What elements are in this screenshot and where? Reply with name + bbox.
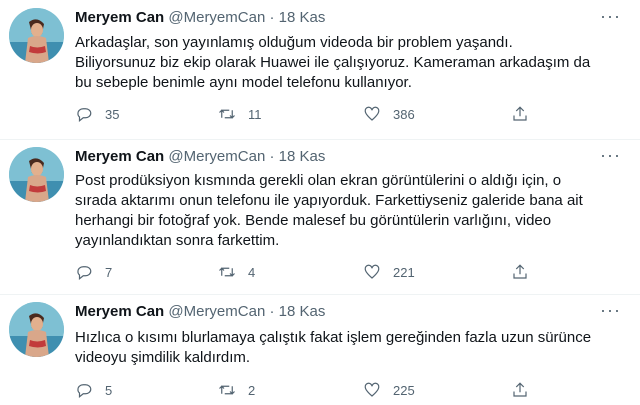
retweet-icon (219, 385, 235, 395)
tweet-text-line: videoyu şimdilik kaldırdım. (75, 349, 251, 366)
retweet-count: 11 (248, 106, 262, 122)
timestamp[interactable]: 18 Kas (279, 9, 326, 26)
reply-icon (77, 108, 92, 122)
tweet-text-line: Biliyorsunuz biz ekip olarak Huawei ile … (75, 54, 591, 71)
tweet-text-line: herhangi bir fotoğraf yok. Bende malesef… (75, 212, 552, 229)
more-icon[interactable]: ··· (600, 300, 621, 321)
heart-icon (364, 264, 380, 279)
tweet[interactable]: Meryem Can @MeryemCan · 18 Kas ··· Post … (0, 140, 640, 294)
separator: · (269, 148, 275, 165)
like-count: 221 (393, 264, 415, 280)
reply-button[interactable]: 35 (75, 104, 119, 124)
tweet-actions: 5 2 225 (75, 380, 615, 400)
author-handle[interactable]: @MeryemCan (168, 303, 265, 320)
author-name[interactable]: Meryem Can (75, 303, 164, 320)
tweet[interactable]: Meryem Can @MeryemCan · 18 Kas ··· Hızlı… (0, 295, 640, 405)
retweet-button[interactable]: 4 (218, 262, 255, 282)
more-icon[interactable]: ··· (600, 145, 621, 166)
avatar[interactable] (9, 8, 64, 63)
author-handle[interactable]: @MeryemCan (168, 9, 265, 26)
like-button[interactable]: 386 (363, 104, 415, 124)
share-button[interactable] (511, 104, 529, 124)
avatar[interactable] (9, 147, 64, 202)
separator: · (269, 303, 275, 320)
tweet-text-line: yayınlandıktan sonra farkettim. (75, 232, 280, 249)
tweet-text-line: Arkadaşlar, son yayınlamış olduğum video… (75, 34, 513, 51)
tweet-text-line: Hızlıca o kısımı blurlamaya çalıştık fak… (75, 329, 592, 346)
tweet-text: Hızlıca o kısımı blurlamaya çalıştık fak… (75, 328, 630, 368)
retweet-button[interactable]: 2 (218, 380, 255, 400)
like-button[interactable]: 225 (363, 380, 415, 400)
reply-icon (77, 266, 92, 280)
reply-button[interactable]: 7 (75, 262, 112, 282)
reply-count: 7 (105, 264, 113, 280)
retweet-icon (219, 109, 235, 119)
reply-button[interactable]: 5 (75, 380, 112, 400)
tweet-text: Arkadaşlar, son yayınlamış olduğum video… (75, 33, 630, 93)
author-name[interactable]: Meryem Can (75, 9, 164, 26)
share-button[interactable] (511, 262, 529, 282)
timestamp[interactable]: 18 Kas (279, 148, 326, 165)
like-count: 225 (393, 382, 415, 398)
retweet-icon (219, 267, 235, 277)
more-icon[interactable]: ··· (600, 6, 621, 27)
share-icon (513, 106, 527, 121)
tweet-header: Meryem Can @MeryemCan · 18 Kas (75, 303, 325, 320)
tweet-text-line: bu sebeple benimle aynı model telefonu k… (75, 74, 412, 91)
separator: · (269, 9, 275, 26)
like-count: 386 (393, 106, 415, 122)
reply-count: 5 (105, 382, 113, 398)
retweet-count: 4 (248, 264, 256, 280)
like-button[interactable]: 221 (363, 262, 415, 282)
tweet-actions: 7 4 221 (75, 262, 615, 282)
retweet-button[interactable]: 11 (218, 104, 262, 124)
tweet-actions: 35 11 386 (75, 104, 615, 124)
tweet[interactable]: Meryem Can @MeryemCan · 18 Kas ··· Arkad… (0, 0, 640, 139)
tweet-text-line: sırada aktarımı onun telefonu ile yapıyo… (75, 192, 583, 209)
heart-icon (364, 382, 380, 397)
tweet-text: Post prodüksiyon kısmında gerekli olan e… (75, 171, 630, 251)
avatar[interactable] (9, 302, 64, 357)
tweet-text-line: Post prodüksiyon kısmında gerekli olan e… (75, 172, 562, 189)
share-button[interactable] (511, 380, 529, 400)
share-icon (513, 264, 527, 279)
retweet-count: 2 (248, 382, 256, 398)
reply-count: 35 (105, 106, 120, 122)
heart-icon (364, 106, 380, 121)
author-handle[interactable]: @MeryemCan (168, 148, 265, 165)
tweet-header: Meryem Can @MeryemCan · 18 Kas (75, 148, 325, 165)
timestamp[interactable]: 18 Kas (279, 303, 326, 320)
reply-icon (77, 384, 92, 398)
author-name[interactable]: Meryem Can (75, 148, 164, 165)
tweet-header: Meryem Can @MeryemCan · 18 Kas (75, 9, 325, 26)
share-icon (513, 382, 527, 397)
